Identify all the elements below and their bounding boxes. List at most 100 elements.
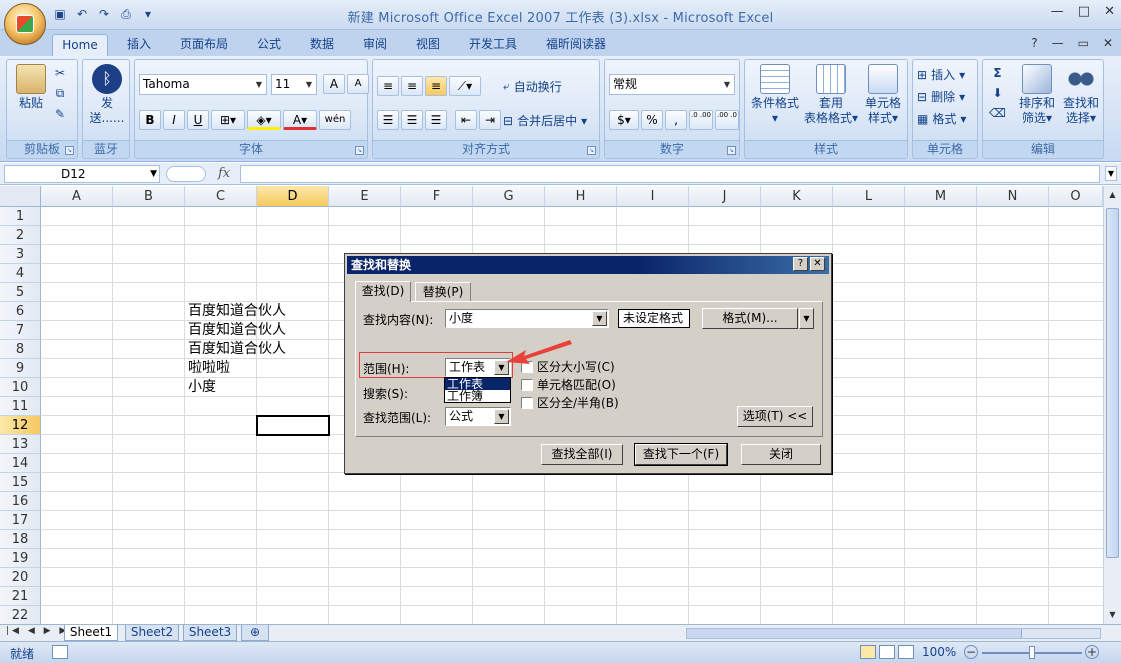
- row-header[interactable]: 6: [0, 302, 41, 321]
- cell-C6[interactable]: 百度知道合伙人: [188, 302, 286, 321]
- row-header[interactable]: 17: [0, 511, 41, 530]
- maximize-icon[interactable]: □: [1078, 4, 1090, 19]
- sort-filter-button[interactable]: 排序和 筛选▾: [1015, 64, 1059, 126]
- zoom-level[interactable]: 100%: [922, 645, 956, 659]
- column-header[interactable]: F: [401, 186, 473, 207]
- column-header[interactable]: L: [833, 186, 905, 207]
- fill-icon[interactable]: ⬇: [992, 86, 1002, 100]
- vertical-scrollbar[interactable]: ▲ ▼: [1103, 186, 1121, 624]
- comma-button[interactable]: ,: [665, 110, 687, 130]
- column-header[interactable]: H: [545, 186, 617, 207]
- find-next-button[interactable]: 查找下一个(F): [634, 443, 728, 466]
- tab-foxit[interactable]: 福昕阅读器: [539, 34, 613, 56]
- page-break-view-icon[interactable]: [898, 645, 914, 659]
- row-header[interactable]: 8: [0, 340, 41, 359]
- copy-icon[interactable]: ⧉: [56, 86, 65, 101]
- tab-developer[interactable]: 开发工具: [462, 34, 524, 56]
- align-left-button[interactable]: ☰: [377, 110, 399, 130]
- look-in-combo[interactable]: 公式 ▼: [445, 407, 511, 426]
- ribbon-minimize-icon[interactable]: —: [1052, 36, 1064, 50]
- paste-button[interactable]: 粘贴: [11, 64, 51, 111]
- orientation-button[interactable]: ⟋▾: [449, 76, 481, 96]
- clipboard-launcher-icon[interactable]: ↘: [65, 146, 74, 155]
- ribbon-restore-icon[interactable]: ▭: [1078, 36, 1089, 50]
- format-cells-button[interactable]: ▦ 格式 ▾: [917, 110, 966, 127]
- tab-find[interactable]: 查找(D): [355, 281, 411, 302]
- options-button[interactable]: 选项(T) <<: [737, 406, 813, 427]
- tab-page-layout[interactable]: 页面布局: [173, 34, 235, 56]
- tab-home[interactable]: Home: [52, 34, 108, 57]
- tab-formulas[interactable]: 公式: [249, 34, 289, 56]
- expand-formula-icon[interactable]: ▼: [1105, 166, 1117, 181]
- format-dropdown-icon[interactable]: ▼: [799, 308, 814, 329]
- row-header[interactable]: 10: [0, 378, 41, 397]
- help-icon[interactable]: ?: [1031, 36, 1037, 50]
- merge-center-button[interactable]: ⊟ 合并后居中 ▾: [503, 112, 587, 129]
- close-icon[interactable]: ✕: [1104, 4, 1115, 19]
- zoom-slider-thumb[interactable]: [1029, 646, 1035, 659]
- formula-input[interactable]: [240, 165, 1100, 183]
- dialog-help-icon[interactable]: ?: [793, 257, 808, 271]
- decrease-indent-button[interactable]: ⇤: [455, 110, 477, 130]
- select-all-corner[interactable]: [0, 186, 41, 207]
- horizontal-scroll-thumb[interactable]: [687, 629, 1022, 638]
- ribbon-close-icon[interactable]: ✕: [1103, 36, 1113, 50]
- column-header[interactable]: D: [257, 186, 329, 207]
- row-header[interactable]: 5: [0, 283, 41, 302]
- alignment-launcher-icon[interactable]: ↘: [587, 146, 596, 155]
- tab-view[interactable]: 视图: [408, 34, 448, 56]
- row-header[interactable]: 15: [0, 473, 41, 492]
- scroll-down-icon[interactable]: ▼: [1106, 608, 1119, 622]
- increase-decimal-button[interactable]: .0 .00: [689, 110, 713, 130]
- row-header[interactable]: 16: [0, 492, 41, 511]
- match-byte-checkbox[interactable]: 区分全/半角(B): [521, 394, 619, 411]
- border-button[interactable]: ⊞▾: [211, 110, 245, 130]
- font-name-combo[interactable]: Tahoma ▼: [139, 74, 267, 95]
- tab-data[interactable]: 数据: [302, 34, 342, 56]
- scroll-up-icon[interactable]: ▲: [1106, 188, 1119, 202]
- column-header[interactable]: M: [905, 186, 977, 207]
- match-entire-checkbox[interactable]: 单元格匹配(O): [521, 376, 616, 393]
- number-launcher-icon[interactable]: ↘: [727, 146, 736, 155]
- vertical-scroll-thumb[interactable]: [1106, 208, 1119, 558]
- cut-icon[interactable]: ✂: [55, 66, 65, 80]
- row-header[interactable]: 9: [0, 359, 41, 378]
- phonetic-button[interactable]: wén: [319, 110, 351, 130]
- autosum-icon[interactable]: Σ: [993, 66, 1001, 80]
- page-layout-view-icon[interactable]: [879, 645, 895, 659]
- cell-C8[interactable]: 百度知道合伙人: [188, 340, 286, 359]
- row-header[interactable]: 4: [0, 264, 41, 283]
- find-what-combo[interactable]: 小度 ▼: [445, 309, 609, 328]
- zoom-out-icon[interactable]: −: [964, 645, 978, 659]
- row-header[interactable]: 20: [0, 568, 41, 587]
- column-header[interactable]: G: [473, 186, 545, 207]
- bluetooth-send-button[interactable]: ᛒ 发送......: [87, 64, 127, 126]
- cell-C10[interactable]: 小度: [188, 378, 216, 397]
- wrap-text-button[interactable]: ⤶ 自动换行: [503, 78, 562, 95]
- align-top-button[interactable]: ≡: [377, 76, 399, 96]
- tab-replace[interactable]: 替换(P): [415, 282, 471, 302]
- tab-review[interactable]: 审阅: [355, 34, 395, 56]
- cell-C7[interactable]: 百度知道合伙人: [188, 321, 286, 340]
- row-header[interactable]: 12: [0, 416, 41, 435]
- cell-C9[interactable]: 啦啦啦: [188, 359, 230, 378]
- close-button[interactable]: 关闭: [741, 444, 821, 465]
- find-select-button[interactable]: 查找和 选择▾: [1059, 64, 1103, 126]
- delete-cells-button[interactable]: ⊟ 删除 ▾: [917, 88, 965, 105]
- row-header[interactable]: 11: [0, 397, 41, 416]
- tab-insert[interactable]: 插入: [117, 34, 161, 56]
- align-center-button[interactable]: ☰: [401, 110, 423, 130]
- row-header[interactable]: 22: [0, 606, 41, 624]
- column-header[interactable]: N: [977, 186, 1049, 207]
- align-bottom-button[interactable]: ≡: [425, 76, 447, 96]
- fill-color-button[interactable]: ◈▾: [247, 110, 281, 130]
- cell-styles-button[interactable]: 单元格 样式▾: [859, 64, 907, 126]
- column-header[interactable]: C: [185, 186, 257, 207]
- percent-button[interactable]: %: [641, 110, 663, 130]
- horizontal-scrollbar[interactable]: [686, 628, 1101, 639]
- insert-cells-button[interactable]: ⊞ 插入 ▾: [917, 66, 965, 83]
- dialog-close-icon[interactable]: ✕: [810, 257, 825, 271]
- column-header[interactable]: B: [113, 186, 185, 207]
- active-cell-D12[interactable]: [256, 415, 330, 436]
- zoom-in-icon[interactable]: +: [1085, 645, 1099, 659]
